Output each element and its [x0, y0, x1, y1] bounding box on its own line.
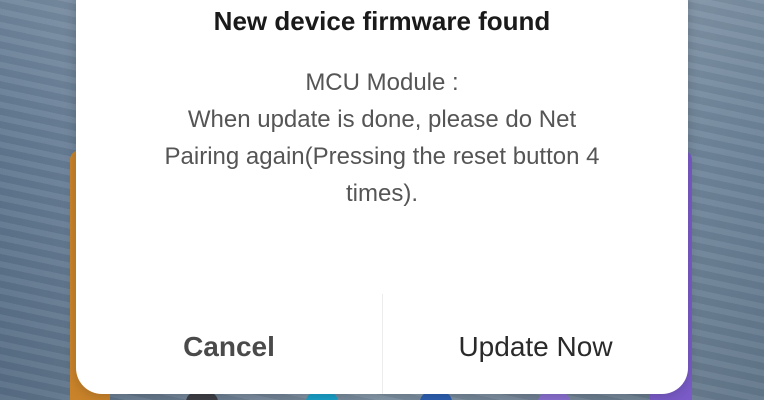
message-line-1: When update is done, please do Net — [187, 106, 577, 133]
update-now-button[interactable]: Update Now — [383, 312, 688, 382]
cancel-button[interactable]: Cancel — [76, 312, 382, 382]
message-line-3: times). — [346, 180, 418, 207]
message-line-2: Pairing again(Pressing the reset button … — [164, 143, 600, 170]
firmware-update-dialog: New device firmware found MCU Module : W… — [76, 0, 688, 394]
dialog-message: MCU Module : When update is done, please… — [116, 64, 648, 212]
message-line-module: MCU Module : — [305, 69, 459, 96]
dialog-title: New device firmware found — [213, 6, 551, 36]
